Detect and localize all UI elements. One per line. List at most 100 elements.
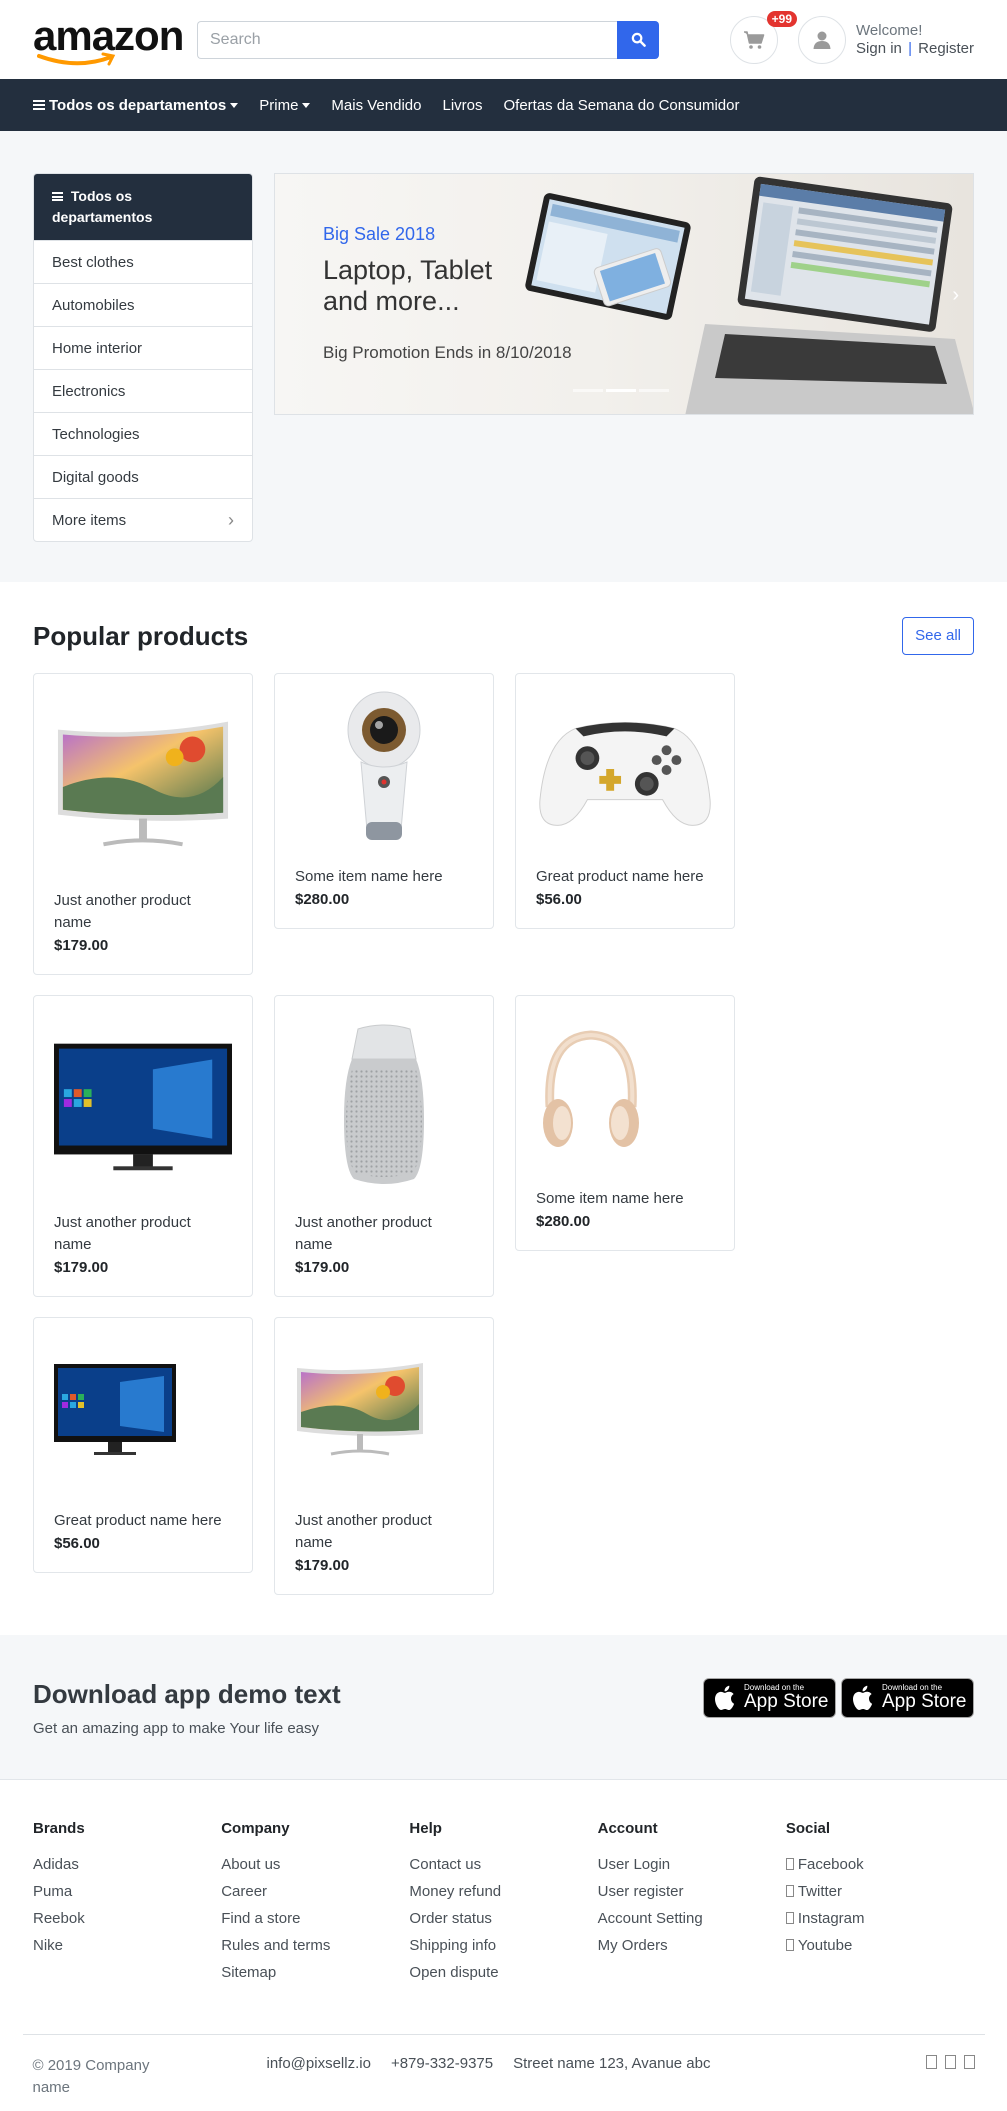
carousel-indicators	[573, 389, 672, 392]
user-avatar-button[interactable]	[798, 15, 847, 64]
menu-icon	[52, 192, 63, 201]
app-store-button[interactable]: Download on the App Store	[703, 1677, 836, 1718]
carousel-indicator[interactable]	[573, 389, 603, 392]
product-card[interactable]: Some item name here $280.00	[515, 995, 735, 1251]
product-name: Some item name here	[536, 1190, 684, 1207]
category-item[interactable]: Electronics	[34, 369, 252, 412]
app-section-subtitle: Get an amazing app to make Your life eas…	[33, 1719, 320, 1737]
youtube-icon	[785, 1939, 794, 1951]
category-item[interactable]: Technologies	[34, 412, 252, 455]
store-big-text: App Store	[882, 1691, 967, 1712]
product-card[interactable]: Just another product name $179.00	[33, 673, 253, 975]
cart-count-badge: +99	[766, 10, 798, 27]
product-image	[54, 1332, 232, 1496]
footer-link[interactable]: Open dispute	[409, 1959, 597, 1986]
sign-in-link[interactable]: Sign in	[856, 40, 902, 57]
product-name: Just another product name	[54, 1214, 191, 1253]
nav-prime[interactable]: Prime	[259, 97, 311, 114]
search-bar	[197, 20, 659, 59]
caret-down-icon	[302, 102, 311, 108]
search-button[interactable]	[617, 20, 659, 59]
footer-link[interactable]: User register	[598, 1878, 786, 1905]
banner-headline: Laptop, Tablet and more...	[323, 255, 572, 317]
footer-social-link[interactable]: Twitter	[785, 1878, 974, 1905]
carousel-indicator[interactable]	[639, 389, 669, 392]
footer-social-link[interactable]: Instagram	[785, 1905, 974, 1932]
category-menu-title: Todos os departamentos	[52, 188, 153, 225]
category-item[interactable]: Automobiles	[34, 283, 252, 326]
category-item[interactable]: Best clothes	[34, 240, 252, 283]
banner-promo: Big Promotion Ends in 8/10/2018	[323, 343, 572, 362]
product-card[interactable]: Just another product name $179.00	[274, 1317, 494, 1595]
footer-link[interactable]: Find a store	[221, 1905, 409, 1932]
nav-books[interactable]: Livros	[442, 97, 482, 114]
popular-products-section: Popular products See all Just another pr…	[0, 582, 1007, 1635]
footer-link[interactable]: Money refund	[409, 1878, 597, 1905]
footer-link[interactable]: Rules and terms	[221, 1932, 409, 1959]
nav-weekly-deals[interactable]: Ofertas da Semana do Consumidor	[504, 97, 740, 114]
app-section-title: Download app demo text	[33, 1678, 341, 1709]
promo-banner[interactable]: Big Sale 2018 Laptop, Tablet and more...…	[274, 173, 974, 415]
footer-link[interactable]: Account Setting	[598, 1905, 786, 1932]
contact-phone[interactable]: +879-332-9375	[391, 2055, 493, 2111]
social-label: Facebook	[797, 1856, 864, 1873]
contact-email[interactable]: info@pixsellz.io	[267, 2055, 371, 2111]
category-more-items[interactable]: More items ›	[34, 498, 252, 541]
welcome-text: Welcome!	[856, 21, 923, 39]
footer-column-company: Company About us Career Find a store Rul…	[221, 1820, 409, 1986]
category-item[interactable]: Digital goods	[34, 455, 252, 498]
site-footer: Brands Adidas Puma Reebok Nike Company A…	[0, 1780, 1007, 2111]
footer-column-account: Account User Login User register Account…	[598, 1820, 786, 1986]
footer-social-link[interactable]: Youtube	[785, 1932, 974, 1959]
cart-icon	[744, 30, 765, 49]
social-facebook-icon[interactable]	[925, 2055, 937, 2069]
social-instagram-icon[interactable]	[963, 2055, 975, 2069]
footer-link[interactable]: My Orders	[598, 1932, 786, 1959]
category-menu-header: Todos os departamentos	[34, 174, 252, 240]
product-card[interactable]: Great product name here $56.00	[515, 673, 735, 929]
menu-icon	[33, 100, 45, 110]
footer-link[interactable]: Nike	[33, 1932, 221, 1959]
footer-link[interactable]: Reebok	[33, 1905, 221, 1932]
product-price: $280.00	[295, 891, 350, 908]
twitter-icon	[785, 1885, 794, 1897]
app-download-section: Download app demo text Get an amazing ap…	[0, 1635, 1007, 1780]
account-welcome: Welcome! Sign in | Register	[856, 22, 974, 58]
search-input[interactable]	[197, 20, 617, 59]
store-big-text: App Store	[744, 1691, 829, 1712]
product-image	[536, 1010, 714, 1174]
register-link[interactable]: Register	[918, 40, 974, 57]
app-store-button[interactable]: Download on the App Store	[841, 1677, 974, 1718]
product-price: $56.00	[54, 1535, 100, 1552]
see-all-button[interactable]: See all	[902, 617, 974, 655]
product-card[interactable]: Just another product name $179.00	[274, 995, 494, 1297]
product-name: Just another product name	[295, 1512, 432, 1551]
footer-link[interactable]: Order status	[409, 1905, 597, 1932]
nav-best-sellers[interactable]: Mais Vendido	[331, 97, 421, 114]
nav-label: Todos os departamentos	[49, 96, 227, 114]
cart-button[interactable]: +99	[730, 10, 798, 64]
footer-link[interactable]: Shipping info	[409, 1932, 597, 1959]
footer-column-title: Brands	[33, 1820, 85, 1837]
footer-column-title: Account	[597, 1820, 658, 1837]
product-card[interactable]: Some item name here $280.00	[274, 673, 494, 929]
category-label: Electronics	[52, 383, 126, 400]
footer-link[interactable]: Career	[221, 1878, 409, 1905]
category-item[interactable]: Home interior	[34, 326, 252, 369]
social-label: Youtube	[797, 1937, 853, 1954]
banner-text: Big Sale 2018 Laptop, Tablet and more...…	[323, 224, 572, 363]
social-twitter-icon[interactable]	[944, 2055, 956, 2069]
apple-icon	[715, 1685, 735, 1710]
main-nav: Todos os departamentos Prime Mais Vendid…	[0, 79, 1007, 131]
carousel-next-icon[interactable]: ›	[952, 284, 959, 307]
footer-column-brands: Brands Adidas Puma Reebok Nike	[33, 1820, 221, 1986]
product-card[interactable]: Just another product name $179.00	[33, 995, 253, 1297]
footer-link[interactable]: Sitemap	[221, 1959, 409, 1986]
product-card[interactable]: Great product name here $56.00	[33, 1317, 253, 1573]
footer-link[interactable]: Puma	[33, 1878, 221, 1905]
carousel-indicator-active[interactable]	[606, 389, 636, 392]
nav-all-departments[interactable]: Todos os departamentos	[33, 96, 239, 114]
product-price: $179.00	[295, 1259, 350, 1276]
amazon-logo[interactable]: amazon	[33, 14, 184, 65]
section-title: Popular products	[33, 620, 249, 651]
